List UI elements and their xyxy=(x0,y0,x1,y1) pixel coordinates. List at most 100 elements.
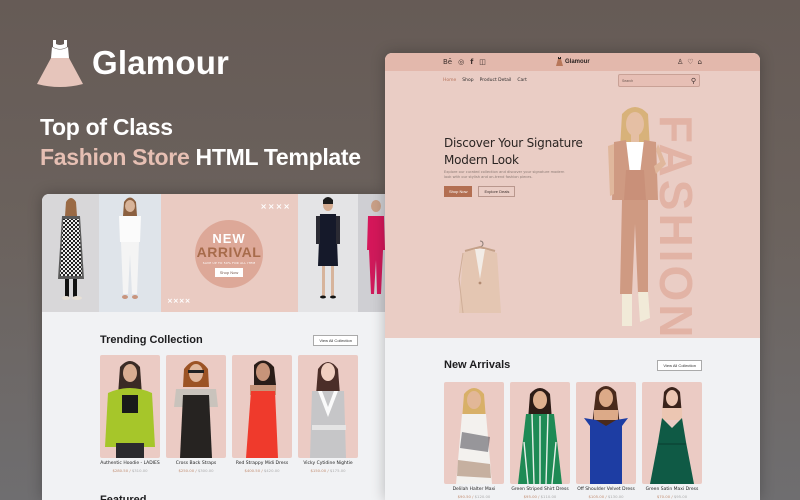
price-current: $150.00 xyxy=(310,468,327,473)
slide-model-pink-suit[interactable] xyxy=(358,194,385,312)
nav-product-detail[interactable]: Product Detail xyxy=(480,78,512,83)
promo-new-text: NEW xyxy=(212,230,246,246)
product-price: $400.50 / $420.00 xyxy=(244,468,280,473)
top-bar: Bē ◎ f ◫ Glamour ♙ ♡ ⌂ xyxy=(385,53,760,71)
product-image[interactable] xyxy=(510,382,570,484)
new-arrival-banner[interactable]: ×××× ×××× NEW ARRIVAL SAVE UP TO 50% FOR… xyxy=(161,194,298,312)
product-image[interactable] xyxy=(166,355,226,458)
model-image xyxy=(316,197,340,299)
product-image[interactable] xyxy=(298,355,358,458)
product-price: $105.00 / $130.00 xyxy=(588,494,624,499)
promo-arrival-text: ARRIVAL xyxy=(196,243,262,260)
brand-name: Glamour xyxy=(92,44,230,81)
product-image[interactable] xyxy=(642,382,702,484)
user-icon[interactable]: ♙ xyxy=(677,57,683,67)
dress-icon xyxy=(36,38,84,88)
product-card[interactable]: Off Shoulder Velvet Dress $105.00 / $130… xyxy=(576,382,636,499)
user-actions: ♙ ♡ ⌂ xyxy=(677,57,702,67)
site-logo[interactable]: Glamour xyxy=(556,57,590,66)
product-price: $280.50 / $310.00 xyxy=(112,468,148,473)
trending-view-all-button[interactable]: View All Collection xyxy=(313,334,358,346)
product-price: $70.00 / $95.00 xyxy=(656,494,688,499)
product-card[interactable]: Delilah Halter Maxi $90.50 / $120.00 xyxy=(444,382,504,499)
hero-description: Explore our curated collection and disco… xyxy=(444,170,565,179)
banner-shop-now-button[interactable]: Shop Now xyxy=(214,267,244,277)
decor-crosses: ×××× xyxy=(260,202,291,211)
next-section-title-peek: Featured ... xyxy=(100,494,159,500)
price-old: $120.00 xyxy=(474,494,491,499)
price-current: $70.00 xyxy=(656,494,671,499)
hero-explore-deals-button[interactable]: Explore Deals xyxy=(478,186,516,197)
slide-model-houndstooth-coat[interactable] xyxy=(42,194,99,312)
facebook-icon[interactable]: f xyxy=(470,57,473,67)
tagline-accent: Fashion Store xyxy=(40,144,190,170)
social-links: Bē ◎ f ◫ xyxy=(443,57,486,67)
hero-title: Discover Your Signature Modern Look xyxy=(444,136,583,167)
tagline-rest: HTML Template xyxy=(195,144,362,170)
product-image[interactable] xyxy=(100,355,160,458)
trending-section-header: Trending Collection View All Collection xyxy=(100,334,358,346)
nav-home[interactable]: Home xyxy=(443,78,456,83)
product-card[interactable]: Vicky Cytidine Nightie $150.00 / $175.00 xyxy=(298,355,358,473)
tagline-line-2: Fashion Store HTML Template xyxy=(40,142,361,172)
brand-header: Glamour xyxy=(36,38,229,88)
product-card[interactable]: Green Striped Shirt Dress $95.00 / $110.… xyxy=(510,382,570,499)
search-box[interactable]: ⚲ xyxy=(618,74,700,87)
behance-icon[interactable]: Bē xyxy=(443,57,452,67)
price-current: $280.50 xyxy=(112,468,129,473)
product-card[interactable]: Cross Back Straps $250.00 / $300.00 xyxy=(166,355,226,473)
new-arrivals-view-all-button[interactable]: View All Collection xyxy=(657,359,702,371)
nav-shop[interactable]: Shop xyxy=(462,78,473,83)
product-name: Vicky Cytidine Nightie xyxy=(303,461,353,466)
trending-product-grid: Authentic Hoodie - LADIES $280.50 / $310… xyxy=(100,355,358,473)
model-image xyxy=(57,198,84,300)
price-current: $95.00 xyxy=(523,494,537,499)
product-card[interactable]: Authentic Hoodie - LADIES $280.50 / $310… xyxy=(100,355,160,473)
bag-icon[interactable]: ⌂ xyxy=(698,57,702,67)
product-price: $150.00 / $175.00 xyxy=(310,468,346,473)
price-current: $400.50 xyxy=(244,468,261,473)
banner-slider[interactable]: ×××× ×××× NEW ARRIVAL SAVE UP TO 50% FOR… xyxy=(42,194,385,312)
product-price: $90.50 / $120.00 xyxy=(457,494,491,499)
new-arrivals-product-grid: Delilah Halter Maxi $90.50 / $120.00 Gre… xyxy=(444,382,702,499)
price-old: $130.00 xyxy=(607,494,624,499)
hero-section: Home Shop Product Detail Cart ⚲ FASHION … xyxy=(385,71,760,340)
product-name: Green Satin Maxi Dress xyxy=(645,487,699,492)
nav-cart[interactable]: Cart xyxy=(517,78,527,83)
product-price: $250.00 / $300.00 xyxy=(178,468,214,473)
product-name: Authentic Hoodie - LADIES xyxy=(100,461,160,466)
price-old: $420.00 xyxy=(263,468,280,473)
dress-icon xyxy=(556,57,563,66)
product-price: $95.00 / $110.00 xyxy=(523,494,557,499)
product-name: Red Strappy Midi Dress xyxy=(235,461,289,466)
hero-shop-now-button[interactable]: Shop Now xyxy=(444,186,473,197)
heart-icon[interactable]: ♡ xyxy=(687,57,693,67)
hero-actions: Shop Now Explore Deals xyxy=(444,186,516,197)
dribbble-icon[interactable]: ◎ xyxy=(458,57,464,67)
slide-model-black-dress[interactable] xyxy=(298,194,358,312)
instagram-icon[interactable]: ◫ xyxy=(479,57,486,67)
product-name: Delilah Halter Maxi xyxy=(452,487,496,492)
product-name: Green Striped Shirt Dress xyxy=(511,487,569,492)
product-name: Off Shoulder Velvet Dress xyxy=(577,487,635,492)
slide-model-white-outfit[interactable] xyxy=(99,194,161,312)
new-arrivals-section-header: New Arrivals View All Collection xyxy=(444,359,702,371)
left-preview-window: ×××× ×××× NEW ARRIVAL SAVE UP TO 50% FOR… xyxy=(42,194,385,500)
product-card[interactable]: Green Satin Maxi Dress $70.00 / $95.00 xyxy=(642,382,702,499)
decor-crosses-vertical: ×××× xyxy=(167,297,191,305)
trending-title: Trending Collection xyxy=(100,334,203,346)
product-card[interactable]: Red Strappy Midi Dress $400.50 / $420.00 xyxy=(232,355,292,473)
price-old: $175.00 xyxy=(329,468,346,473)
product-image[interactable] xyxy=(232,355,292,458)
product-image[interactable] xyxy=(576,382,636,484)
promo-circle: NEW ARRIVAL SAVE UP TO 50% FOR ALL ITEM … xyxy=(195,220,263,288)
product-image[interactable] xyxy=(444,382,504,484)
search-input[interactable] xyxy=(622,78,682,83)
search-icon[interactable]: ⚲ xyxy=(691,77,696,85)
model-image xyxy=(119,197,141,299)
product-name: Cross Back Straps xyxy=(175,461,217,466)
tagline: Top of Class Fashion Store HTML Template xyxy=(40,112,361,172)
right-preview-window: Bē ◎ f ◫ Glamour ♙ ♡ ⌂ Home Shop Product… xyxy=(385,53,760,500)
new-arrivals-title: New Arrivals xyxy=(444,359,511,371)
promo-save-text: SAVE UP TO 50% FOR ALL ITEM xyxy=(202,260,256,265)
